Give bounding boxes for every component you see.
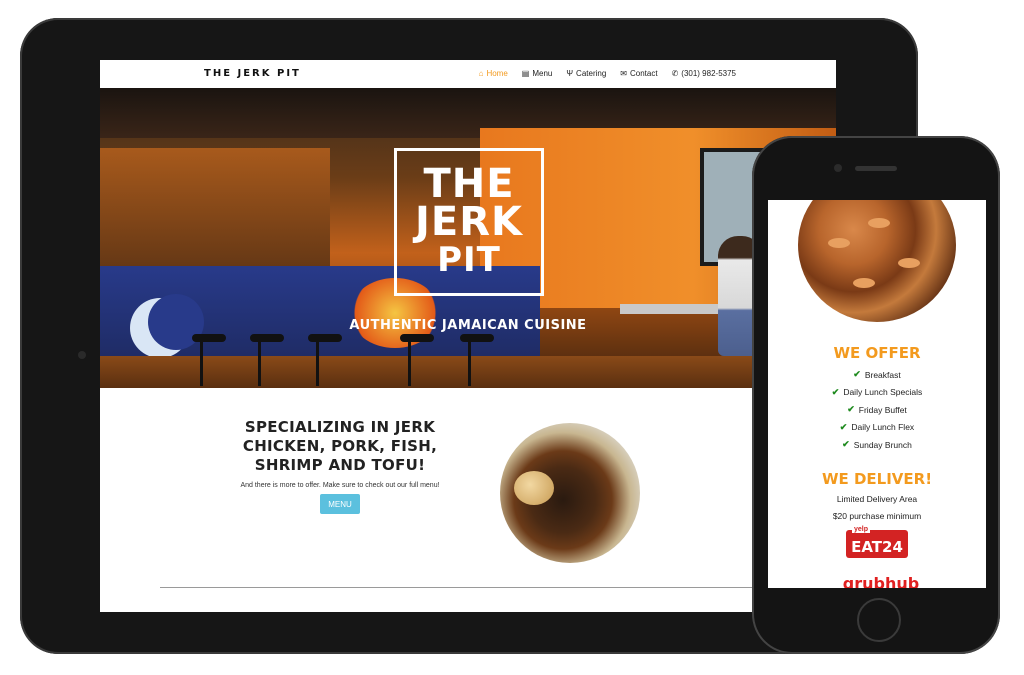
nav-contact-label: Contact	[630, 69, 658, 78]
tablet-camera	[78, 351, 86, 359]
nav-menu-label: Menu	[532, 69, 553, 78]
offer-item-label: Friday Buffet	[858, 404, 907, 415]
we-offer-heading: WE OFFER	[833, 344, 921, 362]
offer-item-label: Breakfast	[864, 369, 901, 380]
nav-menu[interactable]: ▤ Menu	[522, 69, 553, 78]
phone-camera	[834, 164, 842, 172]
envelope-icon: ✉	[620, 68, 627, 78]
shrimp-piece	[828, 238, 850, 248]
specialty-section: SPECIALIZING IN JERK CHICKEN, PORK, FISH…	[100, 388, 836, 612]
site-navbar: THE JERK PIT ⌂ Home ▤ Menu Ψ Catering ✉ …	[100, 60, 836, 89]
nav-home-label: Home	[486, 69, 508, 78]
hero-banner: THE JERK PIT AUTHENTIC JAMAICAN CUISINE	[100, 88, 836, 388]
bar-stool-leg	[258, 340, 261, 386]
offer-item-label: Daily Lunch Specials	[843, 387, 923, 398]
bar-stool-leg	[316, 340, 319, 386]
restaurant-logo: THE JERK PIT	[394, 148, 544, 296]
nav-phone[interactable]: ✆ (301) 982-5375	[672, 69, 736, 78]
check-icon: ✔	[842, 439, 850, 450]
menu-button[interactable]: MENU	[320, 494, 360, 514]
nav-phone-label: (301) 982-5375	[681, 69, 736, 78]
nav-links: ⌂ Home ▤ Menu Ψ Catering ✉ Contact ✆ (30…	[479, 69, 736, 78]
logo-word-jerk: JERK	[414, 199, 523, 245]
offer-list: ✔ Breakfast ✔ Daily Lunch Specials ✔ Friday…	[768, 366, 986, 454]
bar-stool	[460, 334, 494, 342]
nav-contact[interactable]: ✉ Contact	[620, 69, 657, 78]
bar-stool	[308, 334, 342, 342]
nav-catering[interactable]: Ψ Catering	[566, 69, 606, 78]
food-bun	[514, 471, 554, 505]
home-icon: ⌂	[478, 68, 484, 78]
delivery-minimum-text: $20 purchase minimum	[832, 511, 922, 521]
phone-icon: ✆	[671, 68, 679, 78]
specialty-subtext: And there is more to offer. Make sure to…	[240, 482, 440, 489]
phone-speaker	[855, 166, 897, 171]
offer-item-label: Daily Lunch Flex	[851, 422, 915, 433]
tablet-screen: THE JERK PIT ⌂ Home ▤ Menu Ψ Catering ✉ …	[100, 60, 836, 612]
bar-stool	[192, 334, 226, 342]
bar-stool-leg	[200, 340, 203, 386]
check-icon: ✔	[839, 421, 848, 432]
bar-stool-leg	[408, 340, 411, 386]
shrimp-piece	[898, 258, 920, 268]
nav-home[interactable]: ⌂ Home	[479, 69, 508, 78]
bar-stool	[250, 334, 284, 342]
offer-item: ✔ Sunday Brunch	[768, 436, 986, 454]
check-icon: ✔	[853, 369, 861, 380]
logo-word-the: THE	[423, 161, 515, 207]
hero-tagline: AUTHENTIC JAMAICAN CUISINE	[349, 318, 587, 333]
shrimp-piece	[853, 278, 875, 288]
phone-home-button[interactable]	[857, 598, 901, 642]
delivery-area-text: Limited Delivery Area	[836, 494, 918, 504]
shrimp-piece	[868, 218, 890, 228]
check-icon: ✔	[831, 386, 840, 397]
jerk-shrimp-photo	[798, 200, 956, 322]
bar-stool	[400, 334, 434, 342]
jerk-chicken-photo	[500, 423, 640, 563]
site-brand[interactable]: THE JERK PIT	[204, 68, 301, 79]
eat24-label: EAT24	[851, 538, 903, 556]
phone-device: WE OFFER ✔ Breakfast ✔ Daily Lunch Special…	[752, 136, 1000, 654]
offer-item: ✔ Daily Lunch Specials	[768, 384, 986, 402]
we-deliver-heading: WE DELIVER!	[821, 470, 933, 488]
offer-item: ✔ Daily Lunch Flex	[768, 419, 986, 437]
yelp-label: yelp	[852, 526, 871, 533]
offer-item: ✔ Breakfast	[768, 366, 986, 384]
menu-icon: ▤	[521, 68, 530, 78]
check-icon: ✔	[847, 404, 855, 415]
nav-catering-label: Catering	[576, 69, 607, 78]
specialty-heading: SPECIALIZING IN JERK CHICKEN, PORK, FISH…	[242, 418, 438, 474]
utensils-icon: Ψ	[566, 68, 574, 78]
hero-table	[620, 304, 730, 314]
bar-stool-leg	[468, 340, 471, 386]
phone-screen: WE OFFER ✔ Breakfast ✔ Daily Lunch Special…	[768, 200, 986, 588]
section-divider	[160, 587, 776, 588]
grubhub-logo[interactable]: grubhub	[826, 574, 936, 588]
eat24-logo[interactable]: EAT24	[846, 530, 908, 558]
logo-word-pit: PIT	[437, 240, 501, 280]
offer-item-label: Sunday Brunch	[853, 439, 912, 450]
offer-item: ✔ Friday Buffet	[768, 401, 986, 419]
